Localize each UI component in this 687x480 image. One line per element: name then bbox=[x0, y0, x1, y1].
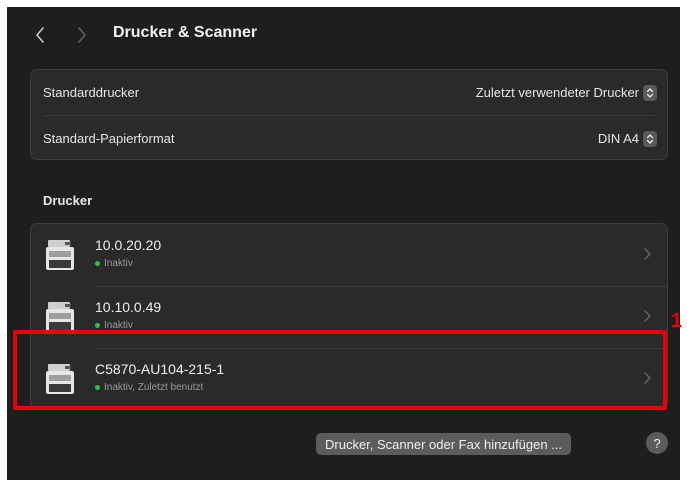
updown-icon bbox=[643, 84, 657, 101]
printer-status: Inaktiv bbox=[95, 258, 133, 269]
updown-icon bbox=[643, 130, 657, 147]
chevron-right-icon bbox=[78, 27, 86, 43]
chevron-right-icon bbox=[644, 372, 651, 384]
printer-name: C5870-AU104-215-1 bbox=[95, 361, 225, 377]
printers-section-title: Drucker bbox=[43, 193, 93, 208]
printer-status-text: Inaktiv bbox=[104, 320, 133, 331]
forward-button[interactable] bbox=[73, 26, 91, 44]
status-dot-icon bbox=[95, 323, 100, 328]
printer-icon bbox=[46, 240, 74, 270]
printer-list: 10.0.20.20 Inaktiv 10.10.0.49 Inaktiv C5… bbox=[30, 223, 668, 409]
printer-icon bbox=[46, 302, 74, 332]
status-dot-icon bbox=[95, 385, 100, 390]
printer-icon bbox=[46, 364, 74, 394]
default-printer-row[interactable]: Standarddrucker Zuletzt verwendeter Druc… bbox=[31, 70, 667, 115]
chevron-left-icon bbox=[36, 27, 44, 43]
default-printer-value: Zuletzt verwendeter Drucker bbox=[475, 85, 639, 100]
window-title: Drucker & Scanner bbox=[113, 24, 258, 41]
chevron-right-icon bbox=[644, 310, 651, 322]
paper-format-value: DIN A4 bbox=[597, 131, 639, 146]
back-button[interactable] bbox=[31, 26, 49, 44]
help-button[interactable]: ? bbox=[646, 432, 668, 454]
paper-format-select[interactable]: DIN A4 bbox=[597, 130, 657, 147]
printer-status-text: Inaktiv bbox=[104, 258, 133, 269]
printer-row-10-10-0-49[interactable]: 10.10.0.49 Inaktiv bbox=[31, 286, 667, 348]
status-dot-icon bbox=[95, 261, 100, 266]
default-printer-label: Standarddrucker bbox=[43, 85, 140, 100]
printer-row-c5870[interactable]: C5870-AU104-215-1 Inaktiv, Zuletzt benut… bbox=[31, 348, 667, 410]
printer-status: Inaktiv bbox=[95, 320, 133, 331]
paper-format-row[interactable]: Standard-Papierformat DIN A4 bbox=[31, 116, 667, 161]
annotation-marker: 1 bbox=[671, 310, 683, 332]
printers-scanners-window: Drucker & Scanner Standarddrucker Zuletz… bbox=[7, 7, 680, 480]
printer-row-10-0-20-20[interactable]: 10.0.20.20 Inaktiv bbox=[31, 224, 667, 286]
toolbar: Drucker & Scanner bbox=[7, 7, 680, 62]
paper-format-label: Standard-Papierformat bbox=[43, 131, 175, 146]
default-settings-group: Standarddrucker Zuletzt verwendeter Druc… bbox=[30, 69, 668, 160]
chevron-right-icon bbox=[644, 248, 651, 260]
default-printer-select[interactable]: Zuletzt verwendeter Drucker bbox=[475, 84, 657, 101]
printer-name: 10.0.20.20 bbox=[95, 237, 162, 253]
printer-status-text: Inaktiv, Zuletzt benutzt bbox=[104, 382, 204, 393]
printer-name: 10.10.0.49 bbox=[95, 299, 162, 315]
printer-status: Inaktiv, Zuletzt benutzt bbox=[95, 382, 203, 393]
add-printer-button[interactable]: Drucker, Scanner oder Fax hinzufügen ... bbox=[316, 433, 572, 455]
